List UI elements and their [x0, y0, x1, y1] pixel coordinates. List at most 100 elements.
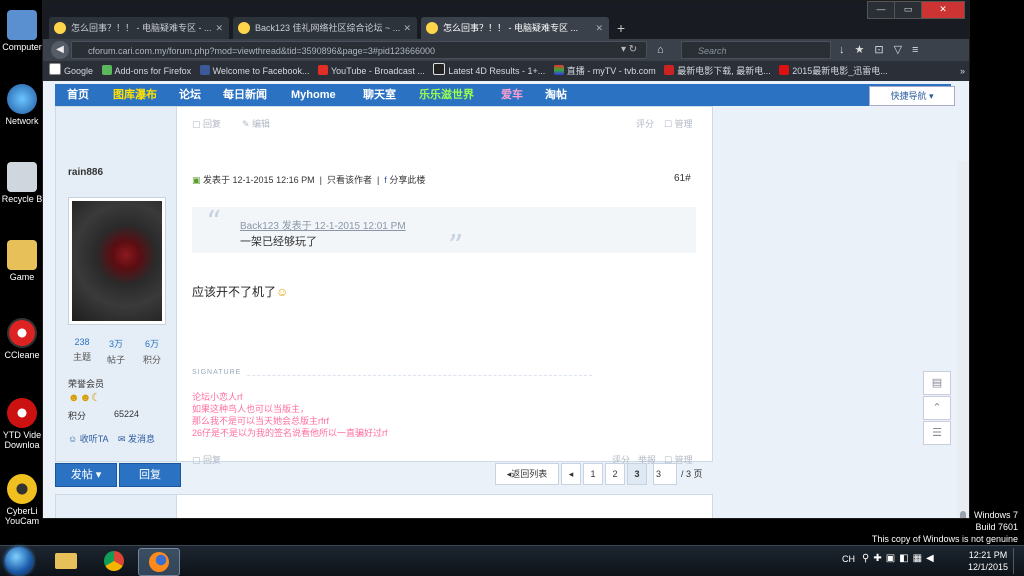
- language-indicator[interactable]: CH: [842, 554, 855, 564]
- maximize-button[interactable]: ▭: [894, 1, 922, 19]
- quick-reply-icon[interactable]: ▤: [923, 371, 951, 395]
- stat-label: 帖子: [106, 355, 125, 365]
- stat-label: 主题: [72, 352, 91, 362]
- nav-chatroom[interactable]: 聊天室: [363, 84, 396, 106]
- bookmark-label: Welcome to Facebook...: [212, 66, 310, 76]
- scrollbar-thumb[interactable]: [960, 511, 966, 518]
- desktop-icon-label: YTD Vide Downloa: [2, 430, 42, 450]
- page-1-button[interactable]: 1: [583, 463, 603, 485]
- address-bar[interactable]: cforum.cari.com.my/forum.php?mod=viewthr…: [71, 41, 647, 59]
- recycle-bin-icon[interactable]: Recycle B: [0, 162, 44, 204]
- clock-date: 12/1/2015: [967, 562, 1008, 572]
- page-3-current[interactable]: 3: [627, 463, 647, 485]
- page-number-input[interactable]: 3: [653, 463, 677, 485]
- prev-edit-link[interactable]: ✎ 编辑: [242, 117, 270, 130]
- browser-titlebar: 怎么回事？！！ - 电脑疑难专区 - ... ✕ Back123 佳礼网络社区综合…: [43, 1, 969, 39]
- show-desktop-button[interactable]: [1013, 548, 1022, 574]
- close-tab-icon[interactable]: ✕: [595, 17, 603, 39]
- bookmark-movies[interactable]: 最新电影下载, 最新电...: [664, 61, 771, 81]
- list-icon[interactable]: ☰: [923, 421, 951, 445]
- quick-nav-button[interactable]: 快捷导航 ▾: [869, 86, 955, 106]
- forum-favicon-icon: [54, 22, 66, 34]
- bookmark-label: 2015最新电影_迅雷电...: [792, 66, 888, 76]
- follow-link[interactable]: ☺ 收听TA: [68, 432, 109, 445]
- start-button[interactable]: [5, 547, 33, 575]
- back-to-top-icon[interactable]: ⌃: [923, 396, 951, 420]
- reload-icon[interactable]: ▾ ↻: [621, 41, 637, 59]
- close-window-button[interactable]: ✕: [921, 1, 965, 19]
- avatar[interactable]: [68, 197, 166, 325]
- nav-home[interactable]: 首页: [67, 84, 89, 106]
- action-label: 回复: [203, 119, 222, 129]
- close-tab-icon[interactable]: ✕: [403, 17, 411, 39]
- toolbar-icons[interactable]: ↓★⊡▽≡: [839, 41, 928, 59]
- stat-label: 积分: [142, 355, 161, 365]
- minimize-button[interactable]: —: [867, 1, 895, 19]
- 6v-icon: [664, 65, 675, 75]
- clock[interactable]: 12:21 PM 12/1/2015: [968, 549, 1008, 573]
- firefox-taskbar-button[interactable]: [138, 548, 180, 576]
- bookmark-mytv[interactable]: 直播 - myTV - tvb.com: [553, 61, 656, 81]
- chrome-taskbar-button[interactable]: [94, 548, 134, 574]
- bookmarks-bar: Google Add-ons for Firefox Welcome to Fa…: [43, 61, 969, 81]
- prev-rate-link[interactable]: 评分: [636, 117, 654, 130]
- tab-1[interactable]: 怎么回事？！！ - 电脑疑难专区 - ... ✕: [49, 17, 229, 39]
- network-icon[interactable]: Network: [0, 84, 44, 126]
- nav-forum[interactable]: 论坛: [179, 84, 201, 106]
- bookmark-google[interactable]: Google: [49, 61, 93, 81]
- nav-cars[interactable]: 爱车: [501, 84, 523, 106]
- bookmark-facebook[interactable]: Welcome to Facebook...: [199, 61, 310, 81]
- nav-gallery[interactable]: 图库瀑布: [113, 84, 157, 106]
- desktop-icon-label: Computer: [2, 42, 42, 52]
- bookmark-xunlei[interactable]: 2015最新电影_迅雷电...: [779, 61, 888, 81]
- bookmarks-overflow-button[interactable]: »: [960, 61, 965, 81]
- floor-number[interactable]: 61#: [674, 173, 691, 184]
- tab-2[interactable]: Back123 佳礼网络社区综合论坛 ~ ... ✕: [233, 17, 417, 39]
- post-message: 应该开不了机了☺: [192, 283, 288, 300]
- folder-icon[interactable]: Game: [0, 240, 44, 282]
- quote-author-link[interactable]: Back123 发表于 12-1-2015 12:01 PM: [240, 217, 406, 232]
- bookmark-4d[interactable]: Latest 4D Results - 1+...: [433, 61, 545, 81]
- home-icon[interactable]: ⌂: [657, 41, 664, 59]
- page-2-button[interactable]: 2: [605, 463, 625, 485]
- back-button[interactable]: ◀: [51, 41, 69, 59]
- tab-3-active[interactable]: 怎么回事？！！ - 电脑疑难专区 ... ✕: [421, 17, 609, 39]
- tab-title: 怎么回事？！！ - 电脑疑难专区 ...: [443, 23, 579, 33]
- reply-button[interactable]: 回复: [119, 463, 181, 487]
- movie-icon: [779, 65, 790, 75]
- bookmark-addons[interactable]: Add-ons for Firefox: [101, 61, 192, 81]
- nav-daily-news[interactable]: 每日新闻: [223, 84, 267, 106]
- only-author-link[interactable]: 只看该作者: [327, 175, 372, 185]
- stat-value: 3万: [108, 339, 123, 349]
- new-tab-button[interactable]: +: [611, 17, 631, 39]
- close-tab-icon[interactable]: ✕: [215, 17, 223, 39]
- nav-fun-world[interactable]: 乐乐滋世界: [419, 84, 474, 106]
- stat-threads[interactable]: 238 主题: [64, 337, 100, 363]
- explorer-taskbar-button[interactable]: [46, 548, 86, 574]
- computer-icon[interactable]: Computer: [0, 10, 44, 52]
- prev-page-button[interactable]: ◂: [561, 463, 581, 485]
- bookmark-label: Add-ons for Firefox: [114, 66, 192, 76]
- prev-manage-link[interactable]: ☐ 管理: [664, 117, 693, 130]
- new-post-button[interactable]: 发帖 ▾: [55, 463, 117, 487]
- desktop-icon-label: Recycle B: [1, 194, 43, 204]
- ytd-downloader-icon[interactable]: YTD Vide Downloa: [0, 398, 44, 450]
- url-text: cforum.cari.com.my/forum.php?mod=viewthr…: [88, 46, 435, 56]
- back-to-list-button[interactable]: ◂返回列表: [495, 463, 559, 485]
- bookmark-label: 直播 - myTV - tvb.com: [566, 66, 656, 76]
- send-message-link[interactable]: ✉ 发消息: [118, 432, 155, 445]
- stat-posts[interactable]: 3万帖子: [98, 337, 134, 366]
- ccleaner-icon[interactable]: CCleane: [0, 318, 44, 360]
- share-link[interactable]: 分享此楼: [389, 175, 425, 185]
- bookmark-youtube[interactable]: YouTube - Broadcast ...: [318, 61, 425, 81]
- author-username[interactable]: rain886: [68, 167, 103, 178]
- tray-icons[interactable]: ⚲✚▣◧▦◀: [862, 553, 938, 564]
- author-column: rain886 238 主题 3万 帖子 6万 积分 荣誉会员 ☻☻☾ 积分 6522…: [56, 107, 177, 461]
- youcam-icon[interactable]: CyberLi YouCam: [0, 474, 44, 526]
- nav-taotie[interactable]: 淘帖: [545, 84, 567, 106]
- scrollbar[interactable]: [957, 161, 969, 518]
- search-input[interactable]: Search: [681, 41, 831, 59]
- nav-myhome[interactable]: Myhome: [291, 84, 336, 106]
- prev-reply-link[interactable]: ▢ 回复: [192, 117, 221, 130]
- stat-points[interactable]: 6万 积分: [134, 337, 170, 366]
